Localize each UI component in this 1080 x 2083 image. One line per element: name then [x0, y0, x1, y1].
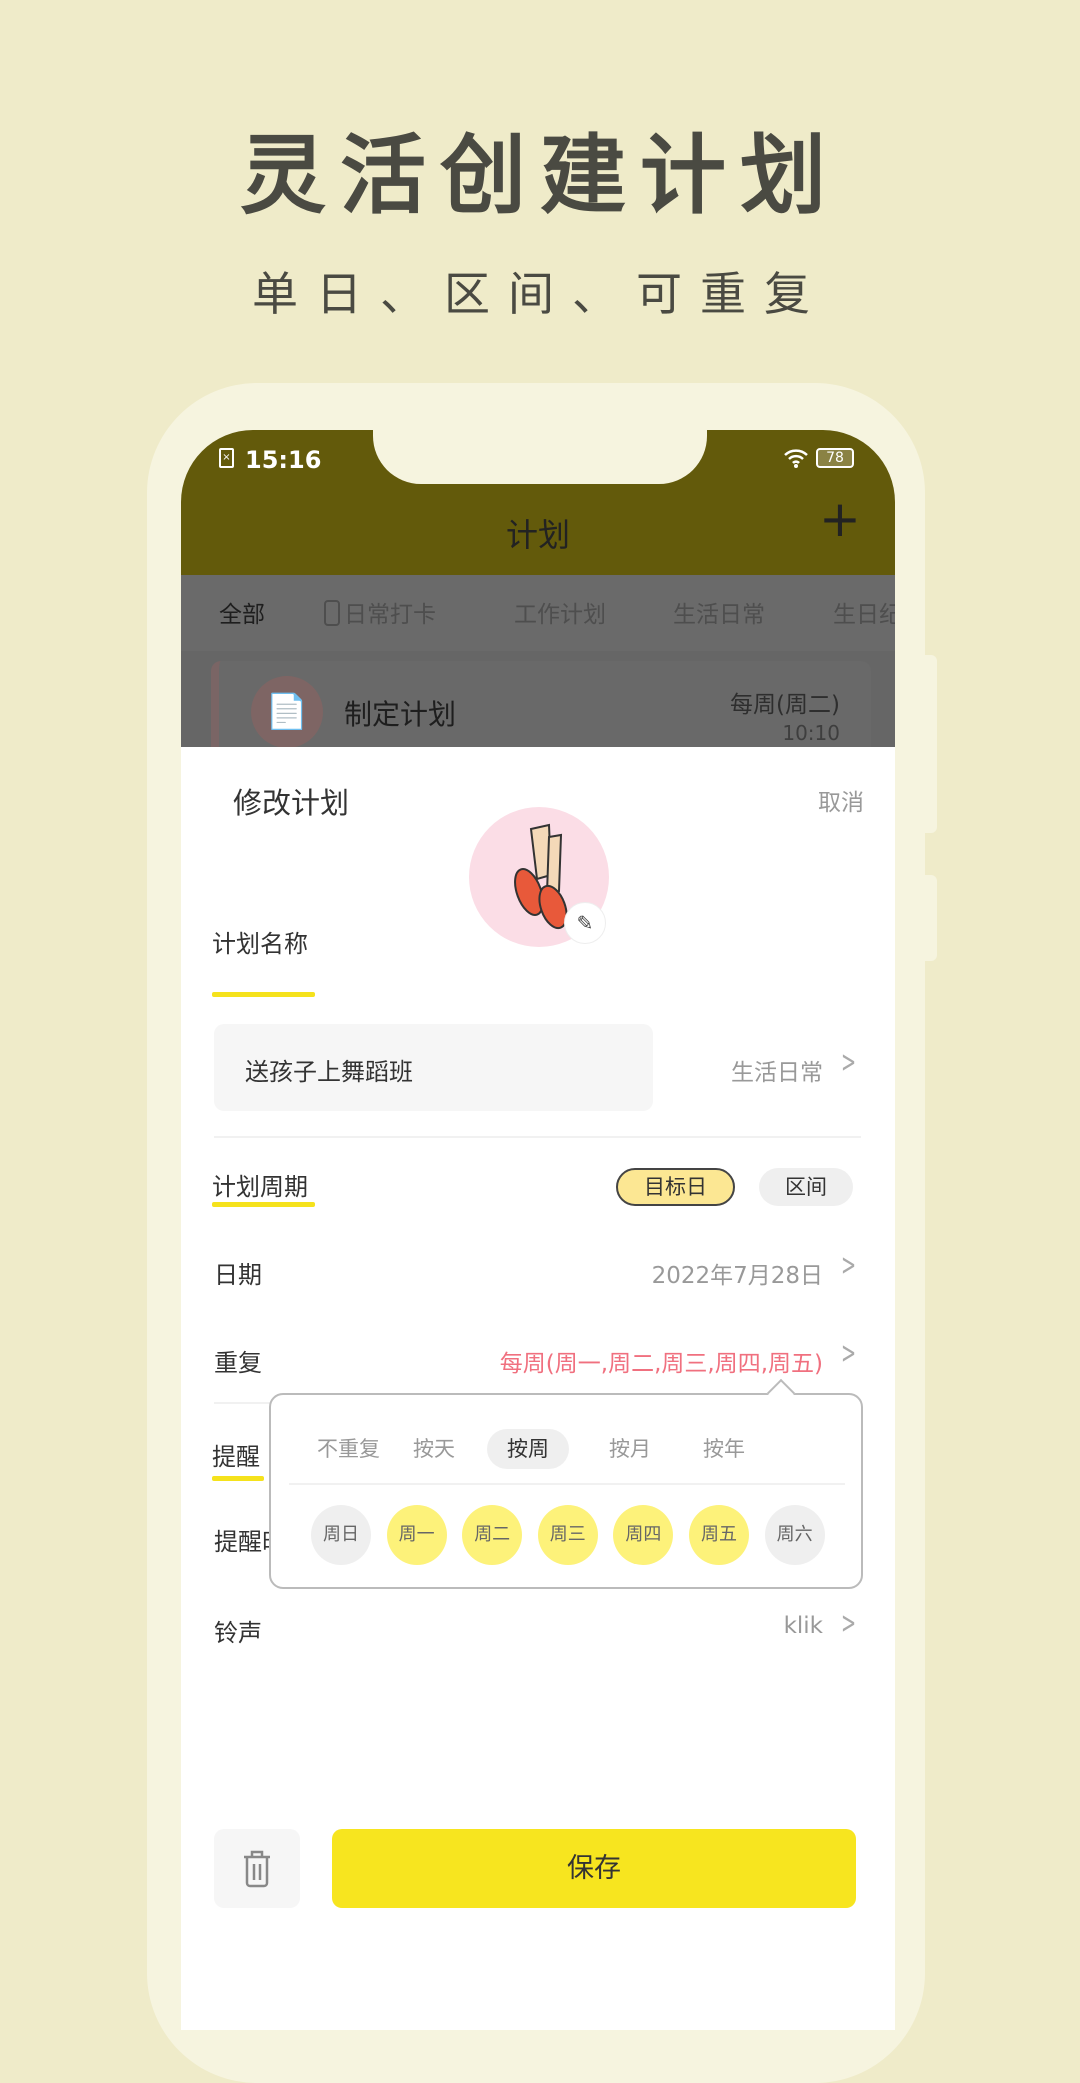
remind-label: 提醒 — [212, 1443, 260, 1471]
phone-screen: × 15:16 78 计划 + 全部 日常打卡 工作计划 生活日常 生日纪 📄 … — [181, 430, 895, 2030]
repeat-mode-option[interactable]: 不重复 — [317, 1429, 380, 1469]
plan-name-value: 送孩子上舞蹈班 — [245, 1058, 413, 1086]
weekday-toggle[interactable]: 周日 — [311, 1505, 371, 1565]
name-label: 计划名称 — [212, 930, 308, 958]
divider — [214, 1136, 861, 1138]
ring-label: 铃声 — [214, 1619, 262, 1647]
weekday-toggle[interactable]: 周五 — [689, 1505, 749, 1565]
weekday-toggle[interactable]: 周二 — [462, 1505, 523, 1565]
hero-title: 灵活创建计划 — [240, 126, 840, 226]
category-value[interactable]: 生活日常 — [731, 1053, 823, 1087]
cycle-option-range[interactable]: 区间 — [759, 1168, 853, 1206]
ring-value[interactable]: klik — [784, 1613, 823, 1639]
weekday-list: 周日 周一 周二 周三 周四 周五 周六 — [271, 1505, 865, 1565]
wifi-icon — [783, 448, 809, 473]
plan-card-time: 10:10 — [782, 721, 840, 745]
trash-icon — [244, 1850, 270, 1888]
repeat-value[interactable]: 每周(周一,周二,周三,周四,周五) — [500, 1344, 823, 1378]
chevron-right-icon[interactable]: > — [841, 1606, 856, 1641]
weekday-toggle[interactable]: 周三 — [537, 1505, 598, 1565]
phone-side-button — [925, 655, 937, 833]
save-button[interactable]: 保存 — [332, 1829, 856, 1908]
repeat-mode-option[interactable]: 按月 — [609, 1429, 651, 1469]
remind-label-underline — [212, 1476, 264, 1481]
battery-icon: 78 — [816, 448, 854, 468]
sim-icon: × — [219, 448, 234, 468]
weekday-toggle[interactable]: 周一 — [386, 1505, 447, 1565]
cycle-option-target-day[interactable]: 目标日 — [616, 1168, 735, 1206]
category-tabs: 全部 日常打卡 工作计划 生活日常 生日纪 — [181, 575, 895, 651]
repeat-mode-list: 不重复 按天 按周 按月 按年 — [271, 1429, 865, 1469]
weekday-toggle[interactable]: 周六 — [764, 1505, 825, 1565]
repeat-mode-option[interactable]: 按年 — [703, 1429, 745, 1469]
cycle-label: 计划周期 — [212, 1173, 308, 1201]
add-plan-button[interactable]: + — [819, 494, 861, 544]
chevron-right-icon[interactable]: > — [841, 1248, 856, 1283]
repeat-label: 重复 — [214, 1349, 262, 1377]
cycle-label-underline — [212, 1202, 315, 1207]
plan-document-icon: 📄 — [251, 676, 323, 748]
hero-subtitle: 单日、区间、可重复 — [252, 267, 828, 321]
popup-divider — [289, 1483, 845, 1485]
phone-side-button — [925, 875, 937, 961]
tab-birthday[interactable]: 生日纪 — [833, 595, 895, 629]
date-value[interactable]: 2022年7月28日 — [652, 1256, 823, 1290]
chevron-right-icon[interactable]: > — [841, 1045, 856, 1080]
tab-work[interactable]: 工作计划 — [514, 595, 606, 629]
plan-list: 📄 制定计划 每周(周二) 10:10 — [181, 651, 895, 761]
tab-daily-checkin[interactable]: 日常打卡 — [324, 595, 436, 629]
name-label-underline — [212, 992, 315, 997]
repeat-mode-option[interactable]: 按周 — [487, 1429, 569, 1469]
plan-name-input[interactable]: 送孩子上舞蹈班 — [214, 1024, 653, 1111]
page-title: 计划 — [505, 516, 570, 554]
tab-label: 日常打卡 — [344, 602, 436, 628]
phone-icon — [324, 600, 340, 626]
repeat-popup: 不重复 按天 按周 按月 按年 周日 周一 周二 周三 周四 周五 周六 — [269, 1378, 865, 1589]
edit-pencil-icon[interactable]: ✎ — [564, 902, 606, 944]
sheet-title: 修改计划 — [233, 786, 350, 820]
tab-all[interactable]: 全部 — [219, 595, 265, 629]
cancel-button[interactable]: 取消 — [818, 783, 864, 817]
chevron-right-icon[interactable]: > — [841, 1336, 856, 1371]
date-label: 日期 — [214, 1261, 262, 1289]
plan-card-repeat: 每周(周二) — [730, 692, 840, 718]
delete-button[interactable] — [214, 1829, 300, 1908]
status-time: 15:16 — [245, 446, 322, 474]
plan-card-title: 制定计划 — [344, 698, 457, 731]
weekday-toggle[interactable]: 周四 — [613, 1505, 674, 1565]
repeat-mode-option[interactable]: 按天 — [413, 1429, 455, 1469]
phone-notch — [373, 430, 707, 484]
tab-life[interactable]: 生活日常 — [673, 595, 765, 629]
